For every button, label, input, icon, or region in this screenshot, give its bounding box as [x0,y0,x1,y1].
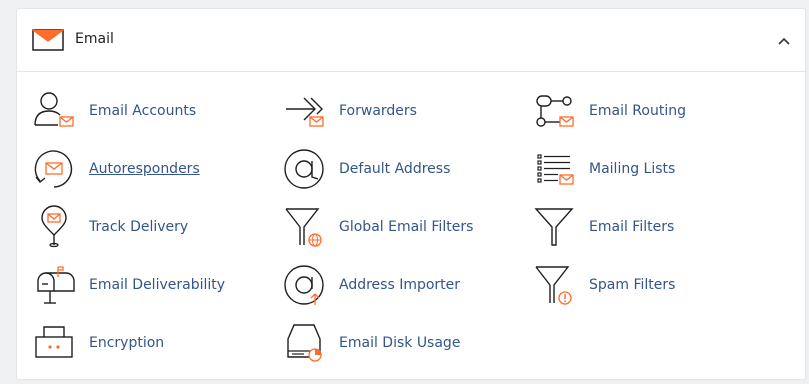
import-at-icon [282,263,326,307]
mailbox-icon [32,263,76,307]
forward-arrow-icon [282,89,326,133]
mailing-list-icon [532,147,576,191]
chevron-up-icon[interactable] [771,28,797,54]
item-label: Track Delivery [89,219,189,235]
global-filter-icon [282,205,326,249]
item-label: Email Disk Usage [339,335,461,351]
item-label: Autoresponders [89,161,200,177]
spam-filter-icon [532,263,576,307]
item-label: Mailing Lists [589,161,676,177]
user-email-icon [32,89,76,133]
item-label: Email Routing [589,103,686,119]
item-label: Email Accounts [89,103,197,119]
item-label: Encryption [89,335,165,351]
item-label: Email Deliverability [89,277,226,293]
at-sign-icon [282,147,326,191]
section-title: Email [75,31,114,47]
envelope-icon [32,29,64,51]
autoresponder-icon [32,147,76,191]
item-label: Address Importer [339,277,461,293]
routing-icon [532,89,576,133]
item-label: Default Address [339,161,451,177]
filter-icon [532,205,576,249]
item-label: Global Email Filters [339,219,474,235]
encryption-icon [32,321,76,365]
section-header[interactable]: Email [17,9,805,72]
email-section-panel: Email Email Accounts Forwarders Email Ro… [16,8,806,380]
disk-usage-icon [282,321,326,365]
location-pin-icon [32,205,76,249]
item-label: Email Filters [589,219,675,235]
item-label: Forwarders [339,103,417,119]
item-label: Spam Filters [589,277,676,293]
